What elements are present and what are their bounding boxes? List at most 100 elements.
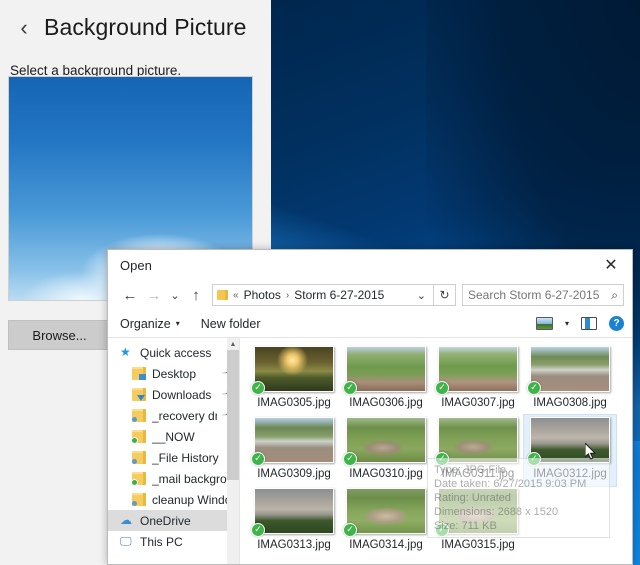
file-name-label: IMAG0306.jpg: [349, 397, 423, 409]
open-file-dialog: Open ✕ ← → ⌄ ↑ « Photos › Storm 6-27-201…: [107, 249, 633, 565]
file-name-label: IMAG0311.jpg: [441, 468, 515, 480]
file-grid-scrollbar[interactable]: [620, 338, 632, 564]
thumbnail-wrapper: ✓: [527, 346, 610, 395]
sync-check-icon: ✓: [343, 381, 357, 395]
nav-scrollbar[interactable]: ▲: [227, 338, 239, 564]
forward-button[interactable]: →: [142, 283, 166, 307]
thumbnail-image: [346, 417, 426, 463]
file-tile[interactable]: ✓ IMAG0305.jpg: [248, 344, 340, 415]
thumbnail-wrapper: ✓: [527, 417, 610, 466]
sidebar-item-onedrive[interactable]: ☁ OneDrive: [108, 510, 239, 531]
file-tile[interactable]: ✓ IMAG0314.jpg: [340, 486, 432, 557]
thumbnail-wrapper: ✓: [343, 346, 426, 395]
thumbnail-wrapper: ✓: [251, 346, 334, 395]
sidebar-item-this-pc[interactable]: 🖵 This PC: [108, 531, 239, 552]
sidebar-item-label: cleanup Window: [152, 492, 235, 507]
file-list-pane: ✓ IMAG0305.jpg ✓ IMAG0306.jpg ✓ IMAG0307.jpg ✓…: [239, 338, 632, 564]
back-chevron-icon[interactable]: ‹: [14, 16, 34, 39]
breadcrumb-storm[interactable]: Storm 6-27-2015: [294, 288, 384, 302]
close-icon[interactable]: ✕: [590, 250, 632, 280]
thumbnail-image: [530, 346, 610, 392]
file-name-label: IMAG0312.jpg: [533, 468, 607, 480]
folder-icon: [132, 409, 146, 422]
sync-check-icon: ✓: [435, 452, 449, 466]
preview-pane-icon[interactable]: [581, 317, 597, 330]
sidebar-item-quick-access[interactable]: ★ Quick access: [108, 342, 239, 363]
organize-label: Organize: [120, 316, 171, 331]
star-icon: ★: [120, 345, 131, 359]
command-bar-right: ▾ ?: [535, 316, 624, 331]
sidebar-item-label: This PC: [140, 534, 183, 549]
chevron-down-icon[interactable]: ⌄: [414, 289, 429, 302]
file-tile[interactable]: ✓ IMAG0311.jpg: [432, 415, 524, 486]
thumbnail-image: [438, 417, 518, 463]
file-tile[interactable]: ✓ IMAG0306.jpg: [340, 344, 432, 415]
file-name-label: IMAG0307.jpg: [441, 397, 515, 409]
sync-check-icon: ✓: [527, 381, 541, 395]
folder-icon: [132, 493, 146, 506]
navigation-list: ★ Quick access Desktop📌Downloads📌_recovery…: [108, 338, 239, 552]
sync-check-icon: ✓: [251, 381, 265, 395]
file-name-label: IMAG0309.jpg: [257, 468, 331, 480]
sync-check-icon: ✓: [343, 523, 357, 537]
file-tile[interactable]: ✓ IMAG0310.jpg: [340, 415, 432, 486]
thumbnail-wrapper: ✓: [343, 417, 426, 466]
refresh-icon[interactable]: ↻: [434, 284, 456, 306]
browse-button[interactable]: Browse...: [8, 320, 111, 350]
up-button[interactable]: ↑: [184, 283, 208, 307]
sync-check-icon: ✓: [527, 452, 541, 466]
page-subtitle: Select a background picture.: [10, 63, 182, 78]
folder-icon: [132, 451, 146, 464]
thumbnail-wrapper: ✓: [251, 488, 334, 537]
thumbnail-image: [254, 488, 334, 534]
navigation-pane: ★ Quick access Desktop📌Downloads📌_recovery…: [108, 338, 239, 564]
command-bar: Organize ▾ New folder ▾ ?: [108, 310, 632, 338]
help-icon[interactable]: ?: [609, 316, 624, 331]
this-pc-icon: 🖵: [120, 534, 132, 548]
sync-check-icon: ✓: [435, 523, 449, 537]
file-tile[interactable]: ✓ IMAG0313.jpg: [248, 486, 340, 557]
sidebar-item-now[interactable]: __NOW: [108, 426, 239, 447]
sidebar-item-recovery-driv[interactable]: _recovery driv📌: [108, 405, 239, 426]
page-title: Background Picture: [44, 14, 247, 40]
file-name-label: IMAG0310.jpg: [349, 468, 423, 480]
address-bar[interactable]: « Photos › Storm 6-27-2015 ⌄: [212, 284, 434, 306]
search-input[interactable]: Search Storm 6-27-2015 ⌕: [462, 284, 624, 306]
breadcrumb-overflow-icon[interactable]: «: [233, 290, 239, 301]
folder-sync-icon: [131, 430, 146, 444]
thumbnail-wrapper: ✓: [435, 417, 518, 466]
sidebar-item-mail-backgroun[interactable]: _mail backgroun: [108, 468, 239, 489]
sidebar-item-label: Quick access: [140, 345, 212, 360]
onedrive-cloud-icon: ☁: [120, 513, 132, 527]
new-folder-button[interactable]: New folder: [201, 317, 270, 331]
sidebar-item-cleanup-window[interactable]: cleanup Window: [108, 489, 239, 510]
thumbnail-image: [346, 346, 426, 392]
file-name-label: IMAG0308.jpg: [533, 397, 607, 409]
sidebar-item-file-history[interactable]: _File History: [108, 447, 239, 468]
chevron-down-icon[interactable]: ▾: [565, 319, 569, 328]
sync-check-icon: ✓: [343, 452, 357, 466]
sidebar-item-downloads[interactable]: Downloads📌: [108, 384, 239, 405]
thumbnail-wrapper: ✓: [343, 488, 426, 537]
search-icon: ⌕: [611, 287, 618, 302]
scroll-up-icon[interactable]: ▲: [227, 338, 239, 350]
file-name-label: IMAG0313.jpg: [257, 539, 331, 551]
breadcrumb-photos[interactable]: Photos: [244, 288, 281, 302]
thumbnail-wrapper: ✓: [435, 346, 518, 395]
address-toolbar: ← → ⌄ ↑ « Photos › Storm 6-27-2015 ⌄ ↻ S…: [108, 280, 632, 310]
sync-check-icon: ✓: [435, 381, 449, 395]
file-tile[interactable]: ✓ IMAG0308.jpg: [524, 344, 616, 415]
file-tile[interactable]: ✓ IMAG0309.jpg: [248, 415, 340, 486]
folder-downloads-icon: [132, 388, 146, 401]
organize-button[interactable]: Organize ▾: [120, 317, 189, 331]
back-button[interactable]: ←: [118, 283, 142, 307]
file-tile[interactable]: ✓ IMAG0312.jpg: [523, 414, 617, 487]
sidebar-item-desktop[interactable]: Desktop📌: [108, 363, 239, 384]
recent-locations-button[interactable]: ⌄: [166, 283, 184, 307]
file-tile[interactable]: ✓ IMAG0307.jpg: [432, 344, 524, 415]
nav-scrollbar-thumb[interactable]: [227, 350, 239, 480]
sidebar-item-label: __NOW: [152, 429, 195, 444]
thumbnail-image: [254, 417, 334, 463]
change-view-icon[interactable]: [535, 317, 553, 330]
file-tile[interactable]: ✓ IMAG0315.jpg: [432, 486, 524, 557]
